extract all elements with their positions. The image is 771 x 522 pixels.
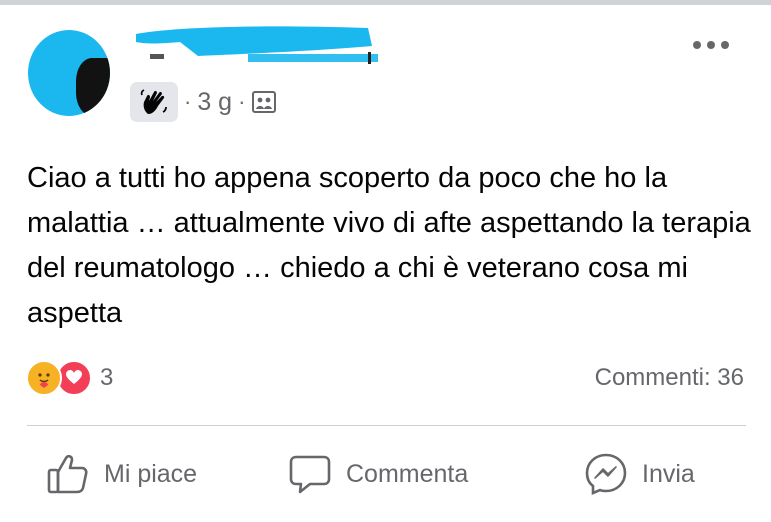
action-bar-divider [27,425,746,426]
author-avatar[interactable] [28,30,110,116]
send-label: Invia [642,459,695,488]
like-label: Mi piace [104,459,198,488]
comments-count-link[interactable]: Commenti: 36 [595,364,744,392]
avatar-photo-fragment [76,58,110,116]
reaction-count: 3 [100,364,114,391]
group-privacy-icon[interactable] [251,90,277,114]
thumbs-up-icon [47,454,88,494]
wave-hand-badge[interactable] [130,82,178,122]
post-body-text: Ciao a tutti ho appena scoperto da poco … [27,162,751,329]
comment-bubble-icon [289,455,331,494]
meta-separator: · [184,89,192,114]
ellipsis-icon [693,41,729,49]
meta-separator: · [238,89,246,114]
post-time[interactable]: 3 g [197,88,232,117]
waving-hand-icon [140,89,167,114]
like-button[interactable]: Mi piace [46,449,197,499]
post-meta-row: · 3 g · [130,82,277,122]
care-reaction-icon [26,360,62,396]
comment-label: Commenta [346,459,469,488]
top-separator-strip [0,0,771,5]
reactions-summary[interactable]: 3 [26,358,113,398]
send-button[interactable]: Invia [584,449,695,499]
comment-button[interactable]: Commenta [288,449,468,499]
more-options-button[interactable] [688,30,734,60]
messenger-icon [585,453,627,495]
author-name-redaction[interactable] [128,14,378,64]
